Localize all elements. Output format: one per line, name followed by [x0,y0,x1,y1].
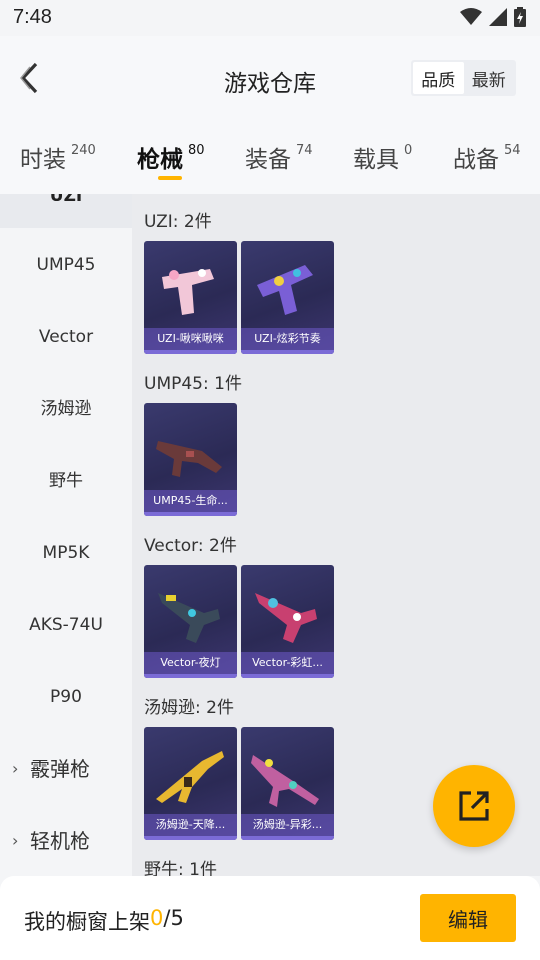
section-title: Vector: 2件 [144,536,237,556]
signal-icon [489,8,507,26]
tab-label: 战备 [453,147,499,173]
sidebar-item-thompson[interactable]: 汤姆逊 [0,389,132,429]
sidebar-item-bizon[interactable]: 野牛 [0,461,132,501]
item-card[interactable]: UZI-啾咪啾咪 [144,241,237,354]
shelf-status: 我的橱窗上架 0 /5 [24,906,184,936]
sidebar-item-mp5k[interactable]: MP5K [0,533,132,573]
status-icons [460,7,526,27]
item-card-label: UZI-啾咪啾咪 [144,328,237,350]
sidebar-group-label: 霰弹枪 [30,757,90,781]
tab-supplies[interactable]: 战备 54 [453,140,521,174]
bottom-bar: 我的橱窗上架 0 /5 编辑 [0,876,540,960]
gun-skin-icon [257,265,313,315]
tab-count: 0 [404,143,413,158]
sidebar-group-label: 轻机枪 [30,829,90,853]
tab-count: 54 [504,143,521,158]
sort-option-latest[interactable]: 最新 [464,62,515,94]
header: 游戏仓库 品质 最新 [0,36,540,122]
sidebar-item-label: UZI [49,194,83,206]
battery-icon [514,7,526,27]
external-link-icon [459,791,489,821]
item-card-label: UMP45-生命... [144,490,237,512]
section-title: 汤姆逊: 2件 [144,698,234,718]
sort-option-quality[interactable]: 品质 [413,62,464,94]
tab-label: 时装 [20,147,66,173]
tab-count: 80 [188,143,205,158]
item-card[interactable]: UMP45-生命... [144,403,237,516]
chevron-right-icon: › [12,759,19,778]
tab-guns[interactable]: 枪械 80 [137,140,205,174]
share-button[interactable] [433,765,515,847]
item-card-label: 汤姆逊-异彩... [241,814,334,836]
weapon-sidebar: UZI UMP45 Vector 汤姆逊 野牛 MP5K AKS-74U P90… [0,194,132,876]
status-time: 7:48 [13,6,52,28]
gun-skin-icon [255,593,317,643]
sidebar-item-p90[interactable]: P90 [0,677,132,717]
item-card-label: 汤姆逊-天降... [144,814,237,836]
tab-label: 枪械 [137,147,183,173]
shelf-total: /5 [163,906,184,930]
section-title: 野牛: 1件 [144,860,217,876]
item-card[interactable]: 汤姆逊-异彩... [241,727,334,840]
tab-label: 载具 [353,147,399,173]
status-bar: 7:48 [0,0,540,36]
tab-count: 74 [296,143,313,158]
tab-equipment[interactable]: 装备 74 [245,140,313,174]
sidebar-item-aks74u[interactable]: AKS-74U [0,605,132,645]
edit-button[interactable]: 编辑 [420,894,516,942]
gun-skin-icon [158,593,220,643]
shelf-count: 0 [150,906,164,930]
item-card-label: Vector-彩虹... [241,652,334,674]
item-card[interactable]: Vector-彩虹... [241,565,334,678]
shelf-label: 我的橱窗上架 [24,910,150,934]
wifi-icon [460,8,482,25]
tab-fashion[interactable]: 时装 240 [20,140,96,174]
tab-vehicles[interactable]: 载具 0 [353,140,412,174]
tab-label: 装备 [245,147,291,173]
sidebar-group-lmg[interactable]: › 轻机枪 [0,821,132,861]
item-card-label: Vector-夜灯 [144,652,237,674]
tab-count: 240 [71,143,96,158]
item-card-label: UZI-炫彩节奏 [241,328,334,350]
item-card[interactable]: 汤姆逊-天降... [144,727,237,840]
category-tabs: 时装 240 枪械 80 装备 74 载具 0 战备 54 [0,122,540,194]
tab-indicator [158,176,182,180]
item-card[interactable]: UZI-炫彩节奏 [241,241,334,354]
section-title: UMP45: 1件 [144,374,242,394]
item-card[interactable]: Vector-夜灯 [144,565,237,678]
sort-toggle: 品质 最新 [411,60,516,96]
chevron-right-icon: › [12,831,19,850]
section-title: UZI: 2件 [144,212,212,232]
gun-skin-icon [162,269,214,315]
gun-skin-icon [251,755,319,807]
sidebar-group-shotgun[interactable]: › 霰弹枪 [0,749,132,789]
gun-skin-icon [156,441,222,477]
sidebar-item-uzi[interactable]: UZI [0,194,132,228]
sidebar-item-vector[interactable]: Vector [0,317,132,357]
gun-skin-icon [156,751,224,803]
sidebar-item-ump45[interactable]: UMP45 [0,245,132,285]
